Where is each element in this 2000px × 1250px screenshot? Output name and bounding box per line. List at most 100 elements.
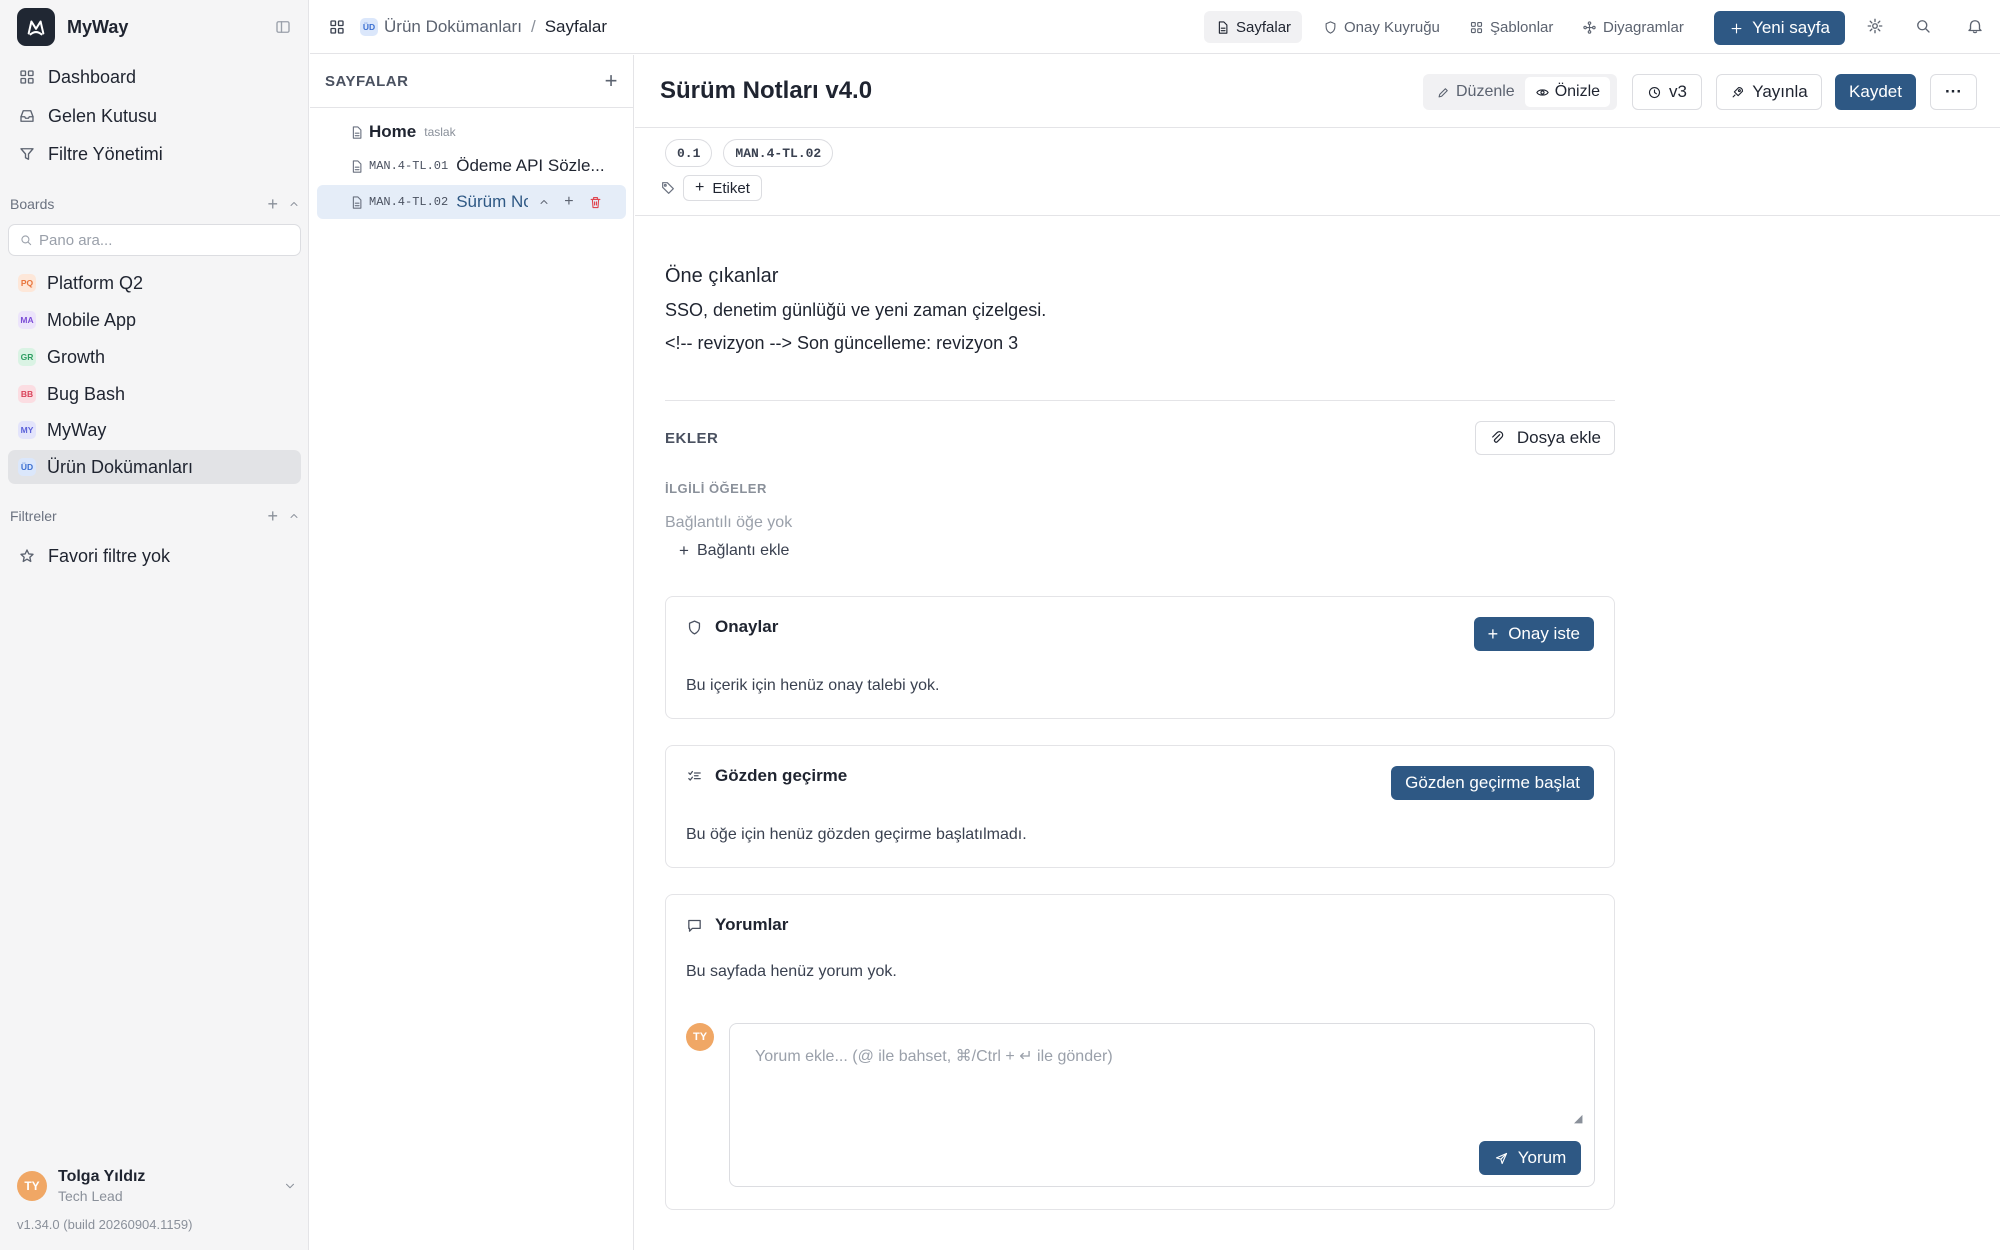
add-link-button[interactable]: + Bağlantı ekle [679,541,789,561]
breadcrumb-space[interactable]: Ürün Dokümanları [384,17,522,37]
brand[interactable]: MyWay [17,8,128,46]
nav-dashboard-label: Dashboard [48,66,137,87]
sidebar-toggle-icon[interactable] [274,18,292,36]
comment-placeholder: Yorum ekle... (@ ile bahset, ⌘/Ctrl + ↵ … [755,1048,1113,1065]
avatar: TY [686,1023,714,1051]
shield-icon [688,619,701,635]
content-heading: Öne çıkanlar [665,265,779,287]
board-label: Bug Bash [47,383,126,404]
request-approval-button[interactable]: + Onay iste [1473,617,1594,651]
sidebar: MyWay Dashboard Gelen Kutusu Filtre Yöne… [0,0,309,1250]
trash-icon[interactable] [588,195,603,210]
version-history-button[interactable]: v3 [1632,74,1702,110]
page-item-odeme-api[interactable]: MAN.4-TL.01 Ödeme API Sözle... [317,149,626,183]
more-icon: ··· [1945,82,1962,101]
comment-icon [688,919,701,932]
tab-pages-label: Sayfalar [1236,18,1292,36]
filters-section-header: Filtreler + [10,506,300,526]
board-item-bug-bash[interactable]: BB Bug Bash [8,377,301,411]
bell-icon[interactable] [1966,17,1984,35]
page-item-surum-notlari[interactable]: MAN.4-TL.02 Sürüm No + [317,185,626,219]
submit-comment-label: Yorum [1517,1148,1567,1167]
comments-title: Yorumlar [715,915,789,934]
tab-approval-label: Onay Kuyruğu [1344,18,1440,36]
tab-diagrams[interactable]: Diyagramlar [1571,11,1695,43]
board-item-urun-dokumanlari[interactable]: ÜD Ürün Dokümanları [8,450,301,484]
nav-filter-management[interactable]: Filtre Yönetimi [8,137,301,171]
nav-inbox[interactable]: Gelen Kutusu [8,99,301,133]
board-item-myway[interactable]: MY MyWay [8,413,301,447]
boards-heading: Boards [10,196,55,212]
add-subpage-icon[interactable]: + [564,193,573,211]
edit-mode-button[interactable]: Düzenle [1426,77,1525,107]
pencil-icon [1438,87,1448,97]
comment-input[interactable]: Yorum ekle... (@ ile bahset, ⌘/Ctrl + ↵ … [729,1023,1595,1187]
settings-icon[interactable] [1866,17,1884,35]
user-menu[interactable]: TY Tolga Yıldız Tech Lead [17,1165,297,1207]
add-board-icon[interactable]: + [267,194,278,215]
dashboard-icon [20,70,34,84]
apps-grid-icon[interactable] [328,18,346,36]
board-item-growth[interactable]: GR Growth [8,340,301,374]
diagram-icon [1583,20,1596,34]
divider [635,215,2000,216]
shield-icon [1325,20,1336,34]
tab-pages[interactable]: Sayfalar [1204,11,1303,43]
plus-icon: + [1487,623,1499,644]
collapse-icon[interactable] [538,196,550,208]
publish-button[interactable]: Yayınla [1716,74,1822,110]
preview-mode-button[interactable]: Önizle [1524,77,1611,107]
resize-handle-icon[interactable]: ◢ [1574,1112,1582,1125]
board-label: MyWay [47,419,107,440]
board-badge: PQ [18,274,36,292]
checklist-icon [688,770,701,781]
mode-switch: Düzenle Önizle [1423,74,1617,110]
save-button[interactable]: Kaydet [1835,74,1916,110]
tab-approval-queue[interactable]: Onay Kuyruğu [1312,11,1451,43]
tag-icon [662,182,674,194]
new-page-label: Yeni sayfa [1752,18,1830,37]
start-review-button[interactable]: Gözden geçirme başlat [1391,766,1594,800]
add-file-button[interactable]: Dosya ekle [1474,421,1615,455]
plus-icon: + [695,179,705,196]
boards-section-header: Boards + [10,194,300,214]
collapse-filters-icon[interactable] [288,510,300,522]
nav-dashboard[interactable]: Dashboard [8,60,301,94]
more-options-button[interactable]: ··· [1930,74,1977,110]
version-label: v3 [1669,82,1687,101]
board-badge: BB [18,385,36,403]
approvals-empty-text: Bu içerik için henüz onay talebi yok. [686,677,940,694]
filters-empty-label: Favori filtre yok [48,545,171,566]
review-title: Gözden geçirme [715,766,848,785]
board-item-mobile-app[interactable]: MA Mobile App [8,303,301,337]
nav-inbox-label: Gelen Kutusu [48,105,158,126]
board-search-input[interactable]: Pano ara... [8,224,301,256]
board-label: Platform Q2 [47,272,144,293]
paperclip-icon [1491,431,1504,443]
add-tag-button[interactable]: + Etiket [683,175,762,201]
search-icon[interactable] [1914,17,1932,35]
document-icon [352,195,362,209]
page-title: Sürüm No [456,192,529,211]
user-role: Tech Lead [58,1188,123,1204]
tab-diagrams-label: Diyagramlar [1603,18,1684,36]
submit-comment-button[interactable]: Yorum [1479,1141,1581,1175]
page-item-home[interactable]: Home taslak [317,115,626,149]
inbox-icon [20,110,34,122]
content-paragraph: SSO, denetim günlüğü ve yeni zaman çizel… [665,300,1047,320]
board-item-platform-q2[interactable]: PQ Platform Q2 [8,266,301,300]
divider [665,400,1615,401]
document-icon [352,159,362,173]
add-filter-icon[interactable]: + [267,506,278,527]
attachments-label: EKLER [665,429,719,447]
favorite-filters-empty: Favori filtre yok [8,539,301,573]
collapse-boards-icon[interactable] [288,198,300,210]
tab-templates[interactable]: Şablonlar [1458,11,1564,43]
comments-card: Yorumlar Bu sayfada henüz yorum yok. TY … [665,894,1615,1210]
add-page-icon[interactable]: + [605,68,618,94]
new-page-button[interactable]: Yeni sayfa [1714,11,1845,45]
space-badge: ÜD [360,18,378,36]
page-editor: Sürüm Notları v4.0 Düzenle Önizle v3 Yay… [635,55,2000,1250]
breadcrumb: ÜD Ürün Dokümanları / Sayfalar [328,0,607,54]
request-approval-label: Onay iste [1508,624,1580,643]
